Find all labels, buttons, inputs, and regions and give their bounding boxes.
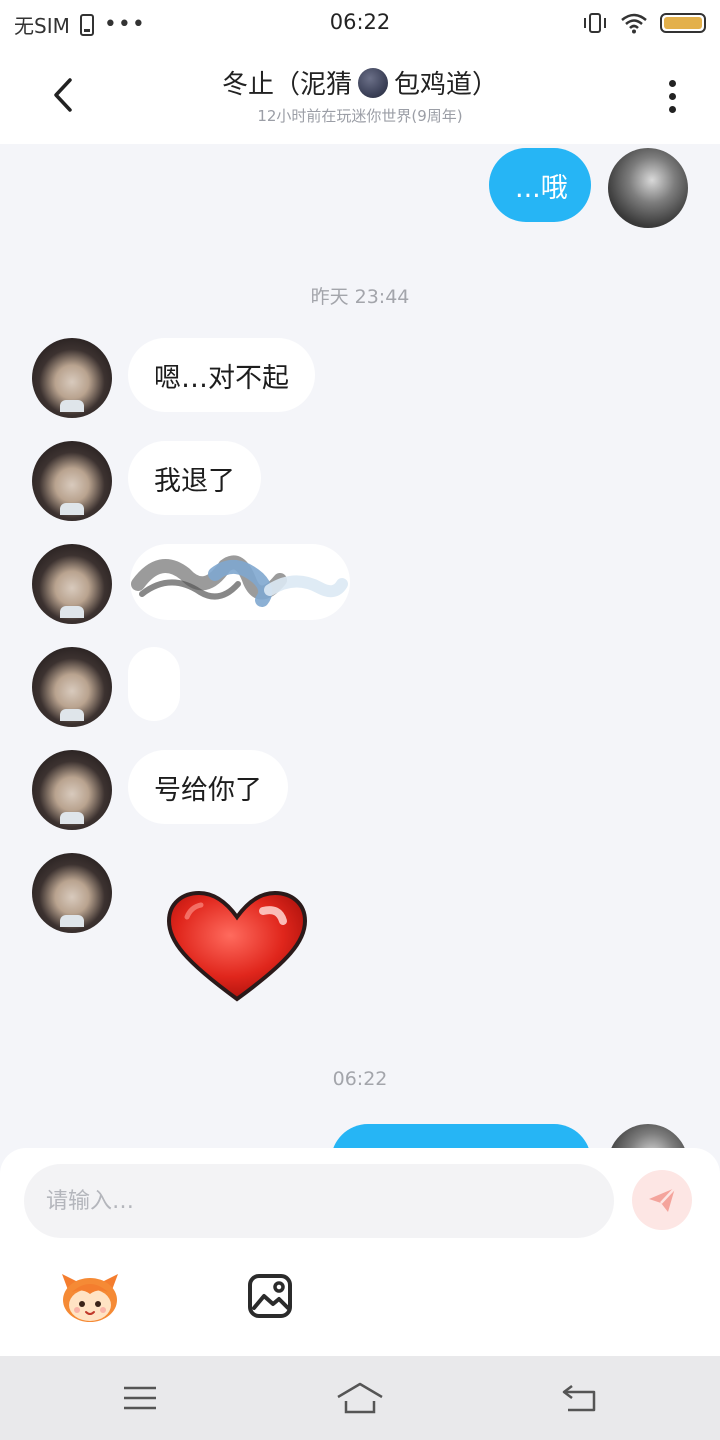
composer-panel: [0, 1148, 720, 1356]
chat-message-list[interactable]: ...哦 昨天 23:44 嗯…对不起 我退了 号给你了 06:22: [0, 144, 720, 1148]
image-icon[interactable]: [246, 1272, 294, 1320]
redacted-message-scribble[interactable]: [130, 544, 350, 620]
red-heart-icon[interactable]: [165, 889, 309, 1005]
status-right: [582, 12, 706, 34]
mascot-emoji-icon[interactable]: [58, 1268, 122, 1324]
message-bubble-incoming[interactable]: [128, 647, 180, 721]
message-bubble-incoming[interactable]: 我退了: [128, 441, 261, 515]
more-options-button[interactable]: [652, 76, 692, 116]
avatar-contact[interactable]: [32, 544, 112, 624]
message-bubble-incoming[interactable]: 嗯…对不起: [128, 338, 315, 412]
avatar-contact[interactable]: [32, 338, 112, 418]
message-bubble-outgoing[interactable]: ...哦: [489, 148, 591, 222]
avatar-contact[interactable]: [32, 853, 112, 933]
nav-back-button[interactable]: [550, 1374, 610, 1422]
back-button[interactable]: [40, 72, 86, 118]
message-timestamp: 06:22: [332, 1068, 388, 1090]
system-nav-bar: [0, 1356, 720, 1440]
more-dot: [668, 92, 676, 100]
avatar-contact[interactable]: [32, 750, 112, 830]
status-bar: 无SIM ••• 06:22: [0, 0, 720, 46]
battery-level: [664, 17, 702, 29]
avatar-contact[interactable]: [32, 441, 112, 521]
more-dot: [668, 105, 676, 113]
avatar-self[interactable]: [608, 1124, 688, 1148]
avatar-self[interactable]: [608, 148, 688, 228]
chat-subtitle: 12小时前在玩迷你世界(9周年): [257, 107, 463, 125]
chat-header: 冬止（泥猜 包鸡道） 12小时前在玩迷你世界(9周年): [0, 46, 720, 144]
back-icon: [562, 1385, 596, 1412]
menu-icon: [124, 1386, 156, 1410]
chat-title-suffix: 包鸡道）: [394, 70, 499, 100]
vibrate-icon: [584, 13, 606, 33]
more-dot: [668, 79, 676, 87]
home-icon: [337, 1382, 383, 1414]
message-bubble-incoming[interactable]: 号给你了: [128, 750, 288, 824]
title-block: 冬止（泥猜 包鸡道） 12小时前在玩迷你世界(9周年): [120, 64, 600, 126]
chevron-left-icon: [54, 78, 72, 112]
avatar-contact[interactable]: [32, 647, 112, 727]
battery-icon: [660, 13, 706, 33]
message-timestamp: 昨天 23:44: [310, 286, 410, 308]
send-button[interactable]: [632, 1170, 692, 1230]
send-icon: [649, 1187, 676, 1212]
chat-title-prefix: 冬止（泥猜: [221, 70, 352, 100]
new-moon-emoji-icon: [358, 67, 388, 98]
message-input[interactable]: [24, 1164, 614, 1238]
chat-title[interactable]: 冬止（泥猜 包鸡道）: [222, 64, 498, 101]
message-bubble-outgoing[interactable]: [331, 1124, 591, 1148]
nav-home-button[interactable]: [330, 1374, 390, 1422]
nav-menu-button[interactable]: [110, 1374, 170, 1422]
wifi-icon: [621, 13, 647, 34]
